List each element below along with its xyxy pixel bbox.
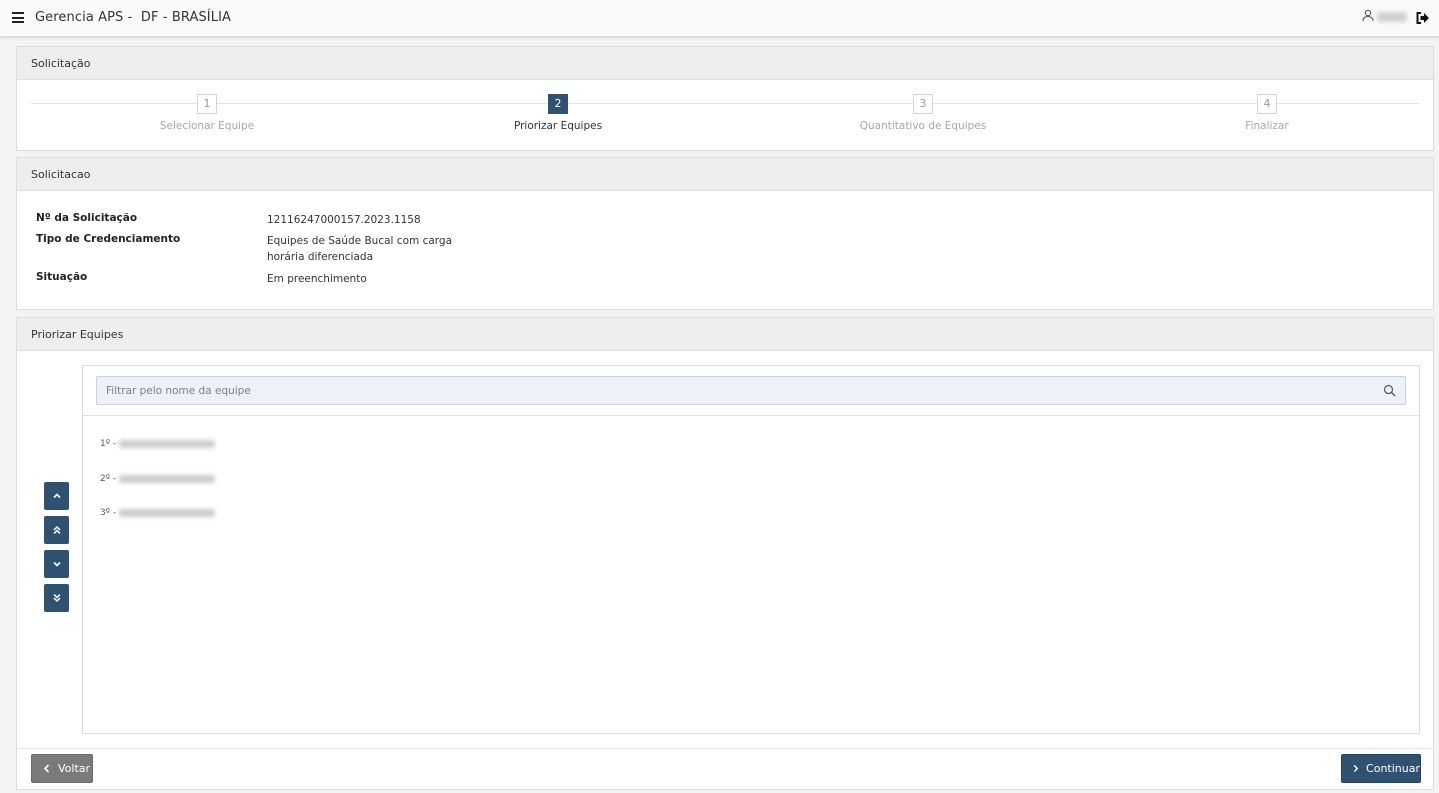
info-value: Equipes de Saúde Bucal com carga horária… [267, 235, 453, 263]
panel-title: Priorizar Equipes [17, 318, 1433, 351]
step-label: Quantitativo de Equipes [859, 120, 987, 132]
info-label: Nº da Solicitação [36, 212, 138, 224]
move-down-button[interactable] [44, 550, 69, 578]
chevron-down-icon [52, 561, 61, 567]
list-item[interactable]: 2º - [100, 474, 216, 484]
move-to-top-button[interactable] [44, 516, 69, 544]
request-info-panel: Solicitacao Nº da Solicitação 1211624700… [16, 157, 1434, 310]
team-name-blurred [119, 439, 216, 448]
search-icon[interactable] [1383, 384, 1396, 397]
chevron-left-icon [43, 764, 50, 773]
item-position: 1º - [100, 439, 117, 449]
user-name-blurred[interactable] [1377, 12, 1407, 22]
filter-input[interactable] [97, 377, 1405, 404]
step-number: 2 [548, 94, 568, 114]
info-label: Tipo de Credenciamento [36, 233, 181, 245]
info-value: Em preenchimento [267, 273, 367, 285]
stepper-panel: Solicitação 1 Selecionar Equipe 2 Priori… [16, 46, 1434, 151]
prioritize-teams-panel: Priorizar Equipes 1º - 2º - 3º - [16, 317, 1434, 790]
item-position: 3º - [100, 508, 117, 518]
app-title: Gerencia APS - DF - BRASÍLIA [35, 10, 232, 25]
team-name-blurred [119, 508, 216, 517]
move-to-bottom-button[interactable] [44, 584, 69, 612]
step-label: Priorizar Equipes [513, 120, 603, 132]
item-position: 2º - [100, 474, 117, 484]
info-label: Situação [36, 271, 88, 283]
step-1[interactable]: 1 Selecionar Equipe [107, 94, 307, 132]
team-name-blurred [119, 474, 216, 483]
top-bar: Gerencia APS - DF - BRASÍLIA [0, 0, 1439, 37]
footer-divider [17, 748, 1433, 749]
back-button[interactable]: Voltar [31, 754, 93, 783]
step-3[interactable]: 3 Quantitativo de Equipes [823, 94, 1023, 132]
filter-field[interactable] [96, 376, 1406, 405]
step-number: 4 [1257, 94, 1277, 114]
panel-title: Solicitação [17, 47, 1433, 80]
panel-title: Solicitacao [17, 158, 1433, 191]
user-icon [1362, 9, 1374, 22]
filter-area [83, 366, 1419, 416]
step-number: 3 [913, 94, 933, 114]
step-label: Finalizar [1245, 120, 1289, 132]
double-chevron-down-icon [52, 593, 61, 603]
step-4[interactable]: 4 Finalizar [1167, 94, 1367, 132]
move-up-button[interactable] [44, 482, 69, 510]
logout-icon[interactable] [1415, 11, 1430, 25]
team-priority-list: 1º - 2º - 3º - [82, 365, 1420, 734]
back-button-label: Voltar [58, 762, 91, 775]
chevron-right-icon [1353, 764, 1359, 773]
continue-button[interactable]: Continuar [1341, 754, 1421, 783]
info-value: 12116247000157.2023.1158 [267, 214, 421, 226]
chevron-up-icon [52, 493, 61, 499]
step-label: Selecionar Equipe [159, 120, 255, 132]
list-item[interactable]: 3º - [100, 508, 216, 518]
list-item[interactable]: 1º - [100, 439, 216, 449]
continue-button-label: Continuar [1366, 762, 1420, 775]
double-chevron-up-icon [52, 525, 61, 535]
step-number: 1 [197, 94, 217, 114]
hamburger-menu-icon[interactable] [12, 12, 24, 24]
step-2[interactable]: 2 Priorizar Equipes [458, 94, 658, 132]
